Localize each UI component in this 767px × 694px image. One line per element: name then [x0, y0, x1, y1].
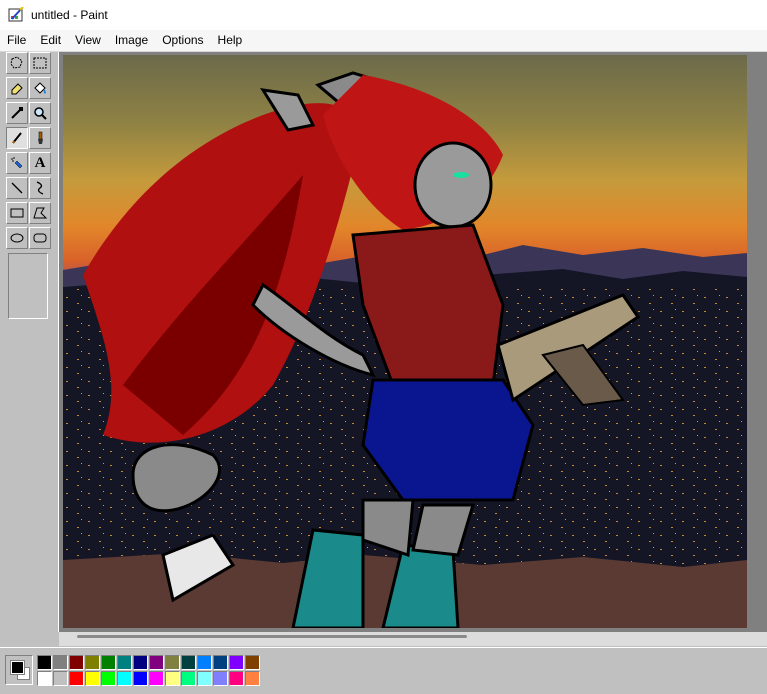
palette-swatch-bottom-11[interactable] [197, 671, 212, 686]
eraser-tool[interactable] [6, 77, 28, 99]
palette-swatch-bottom-12[interactable] [213, 671, 228, 686]
palette-swatch-top-11[interactable] [197, 655, 212, 670]
current-colors-box[interactable] [5, 655, 33, 685]
fill-tool[interactable] [29, 77, 51, 99]
canvas-area [59, 52, 767, 632]
fill-tool-icon [34, 82, 46, 94]
palette-swatch-bottom-2[interactable] [53, 671, 68, 686]
line-tool-icon [11, 182, 23, 194]
menu-help[interactable]: Help [211, 30, 250, 51]
foreground-color [10, 660, 25, 675]
polygon-tool[interactable] [29, 202, 51, 224]
palette-swatch-top-5[interactable] [101, 655, 116, 670]
brush-tool-icon [38, 131, 43, 144]
menu-bar: File Edit View Image Options Help [0, 30, 767, 52]
palette-swatch-bottom-7[interactable] [133, 671, 148, 686]
palette-swatch-top-13[interactable] [229, 655, 244, 670]
rectangle-tool-icon [10, 208, 24, 218]
palette-swatch-top-1[interactable] [37, 655, 52, 670]
menu-file[interactable]: File [0, 30, 33, 51]
palette-swatch-top-3[interactable] [69, 655, 84, 670]
ellipse-tool[interactable] [6, 227, 28, 249]
menu-image[interactable]: Image [108, 30, 155, 51]
palette-swatch-bottom-6[interactable] [117, 671, 132, 686]
airbrush-tool-icon [11, 157, 23, 169]
color-picker-tool-icon [11, 107, 23, 119]
palette-swatch-bottom-4[interactable] [85, 671, 100, 686]
pencil-tool[interactable] [6, 127, 28, 149]
palette-swatch-bottom-14[interactable] [245, 671, 260, 686]
drawing-canvas[interactable] [63, 55, 747, 628]
ellipse-tool-icon [10, 233, 24, 243]
palette-swatch-bottom-3[interactable] [69, 671, 84, 686]
rect-select-tool[interactable] [29, 52, 51, 74]
canvas-artwork [63, 55, 747, 628]
palette-swatch-bottom-9[interactable] [165, 671, 180, 686]
palette-swatch-bottom-10[interactable] [181, 671, 196, 686]
magnifier-tool-icon [34, 107, 47, 120]
free-form-select-tool-icon [10, 56, 23, 69]
toolbox: A [0, 52, 59, 632]
free-form-select-tool[interactable] [6, 52, 28, 74]
pencil-tool-icon [12, 132, 22, 144]
color-picker-tool[interactable] [6, 102, 28, 124]
palette-swatch-bottom-13[interactable] [229, 671, 244, 686]
brush-tool[interactable] [29, 127, 51, 149]
palette-swatch-top-12[interactable] [213, 655, 228, 670]
palette-swatch-bottom-5[interactable] [101, 671, 116, 686]
color-palette-bar [0, 647, 767, 694]
palette-swatch-top-14[interactable] [245, 655, 260, 670]
polygon-tool-icon [33, 207, 48, 219]
menu-edit[interactable]: Edit [33, 30, 68, 51]
rectangle-tool[interactable] [6, 202, 28, 224]
magnifier-tool[interactable] [29, 102, 51, 124]
eraser-tool-icon [11, 83, 23, 95]
rounded-rectangle-tool[interactable] [29, 227, 51, 249]
color-swatches [37, 655, 260, 686]
palette-swatch-top-7[interactable] [133, 655, 148, 670]
paint-app-icon [8, 6, 24, 23]
rect-select-tool-icon [33, 57, 47, 69]
menu-options[interactable]: Options [155, 30, 210, 51]
line-tool[interactable] [6, 177, 28, 199]
scrollbar-thumb[interactable] [77, 635, 467, 638]
palette-swatch-bottom-8[interactable] [149, 671, 164, 686]
rounded-rectangle-tool-icon [33, 233, 47, 243]
curve-tool-icon [36, 181, 44, 195]
palette-swatch-bottom-1[interactable] [37, 671, 52, 686]
curve-tool[interactable] [29, 177, 51, 199]
palette-swatch-top-2[interactable] [53, 655, 68, 670]
airbrush-tool[interactable] [6, 152, 28, 174]
palette-swatch-top-10[interactable] [181, 655, 196, 670]
tool-options-box[interactable] [8, 253, 48, 319]
menu-view[interactable]: View [68, 30, 108, 51]
text-tool[interactable]: A [29, 152, 51, 174]
text-tool-icon: A [34, 154, 46, 171]
horizontal-scrollbar[interactable] [59, 632, 767, 646]
window-title: untitled - Paint [31, 8, 108, 22]
palette-swatch-top-9[interactable] [165, 655, 180, 670]
palette-swatch-top-8[interactable] [149, 655, 164, 670]
palette-swatch-top-4[interactable] [85, 655, 100, 670]
title-bar: untitled - Paint [0, 0, 767, 30]
palette-swatch-top-6[interactable] [117, 655, 132, 670]
